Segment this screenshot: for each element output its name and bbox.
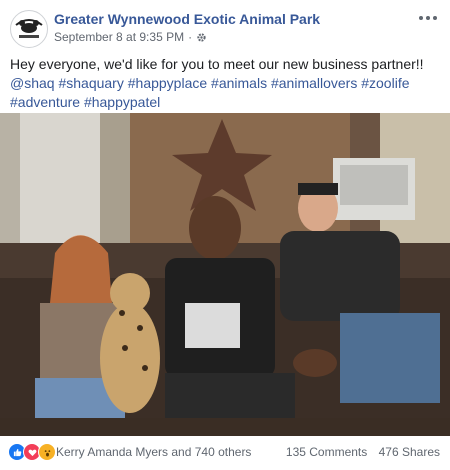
hashtag-link[interactable]: #shaquary bbox=[58, 75, 123, 91]
hashtag-link[interactable]: #zoolife bbox=[361, 75, 409, 91]
hashtag-link[interactable]: #animals bbox=[211, 75, 267, 91]
post-photo[interactable] bbox=[0, 113, 450, 436]
mention-link[interactable]: @shaq bbox=[10, 75, 55, 91]
more-dot-icon bbox=[433, 16, 437, 20]
gear-icon[interactable] bbox=[196, 32, 207, 43]
post-meta: September 8 at 9:35 PM · bbox=[54, 30, 207, 44]
post-header: Greater Wynnewood Exotic Animal Park Sep… bbox=[8, 8, 442, 48]
hashtag-link[interactable]: #adventure bbox=[10, 94, 80, 110]
page-name-link[interactable]: Greater Wynnewood Exotic Animal Park bbox=[54, 11, 320, 27]
post-text: Hey everyone, we'd like for you to meet … bbox=[10, 55, 440, 112]
facebook-post: Greater Wynnewood Exotic Animal Park Sep… bbox=[0, 0, 450, 470]
shares-count-link[interactable]: 476 Shares bbox=[379, 445, 440, 459]
wow-icon bbox=[38, 443, 56, 461]
park-logo-icon bbox=[12, 12, 46, 46]
reaction-icons[interactable] bbox=[8, 443, 56, 461]
post-date[interactable]: September 8 at 9:35 PM bbox=[54, 30, 184, 44]
post-footer: Kerry Amanda Myers and 740 others 135 Co… bbox=[8, 441, 442, 463]
hashtag-link[interactable]: #happyplace bbox=[128, 75, 207, 91]
hashtag-link[interactable]: #happypatel bbox=[84, 94, 160, 110]
post-stats: 135 Comments 476 Shares bbox=[278, 445, 440, 459]
post-text-line: Hey everyone, we'd like for you to meet … bbox=[10, 56, 424, 72]
hashtag-link[interactable]: #animallovers bbox=[271, 75, 357, 91]
comments-count-link[interactable]: 135 Comments bbox=[286, 445, 367, 459]
more-dot-icon bbox=[426, 16, 430, 20]
more-dot-icon bbox=[419, 16, 423, 20]
meta-separator: · bbox=[188, 30, 193, 44]
reactors-link[interactable]: Kerry Amanda Myers and 740 others bbox=[56, 445, 251, 459]
page-avatar[interactable] bbox=[10, 10, 48, 48]
more-options-button[interactable] bbox=[416, 8, 440, 28]
photo-illustration bbox=[0, 113, 450, 436]
